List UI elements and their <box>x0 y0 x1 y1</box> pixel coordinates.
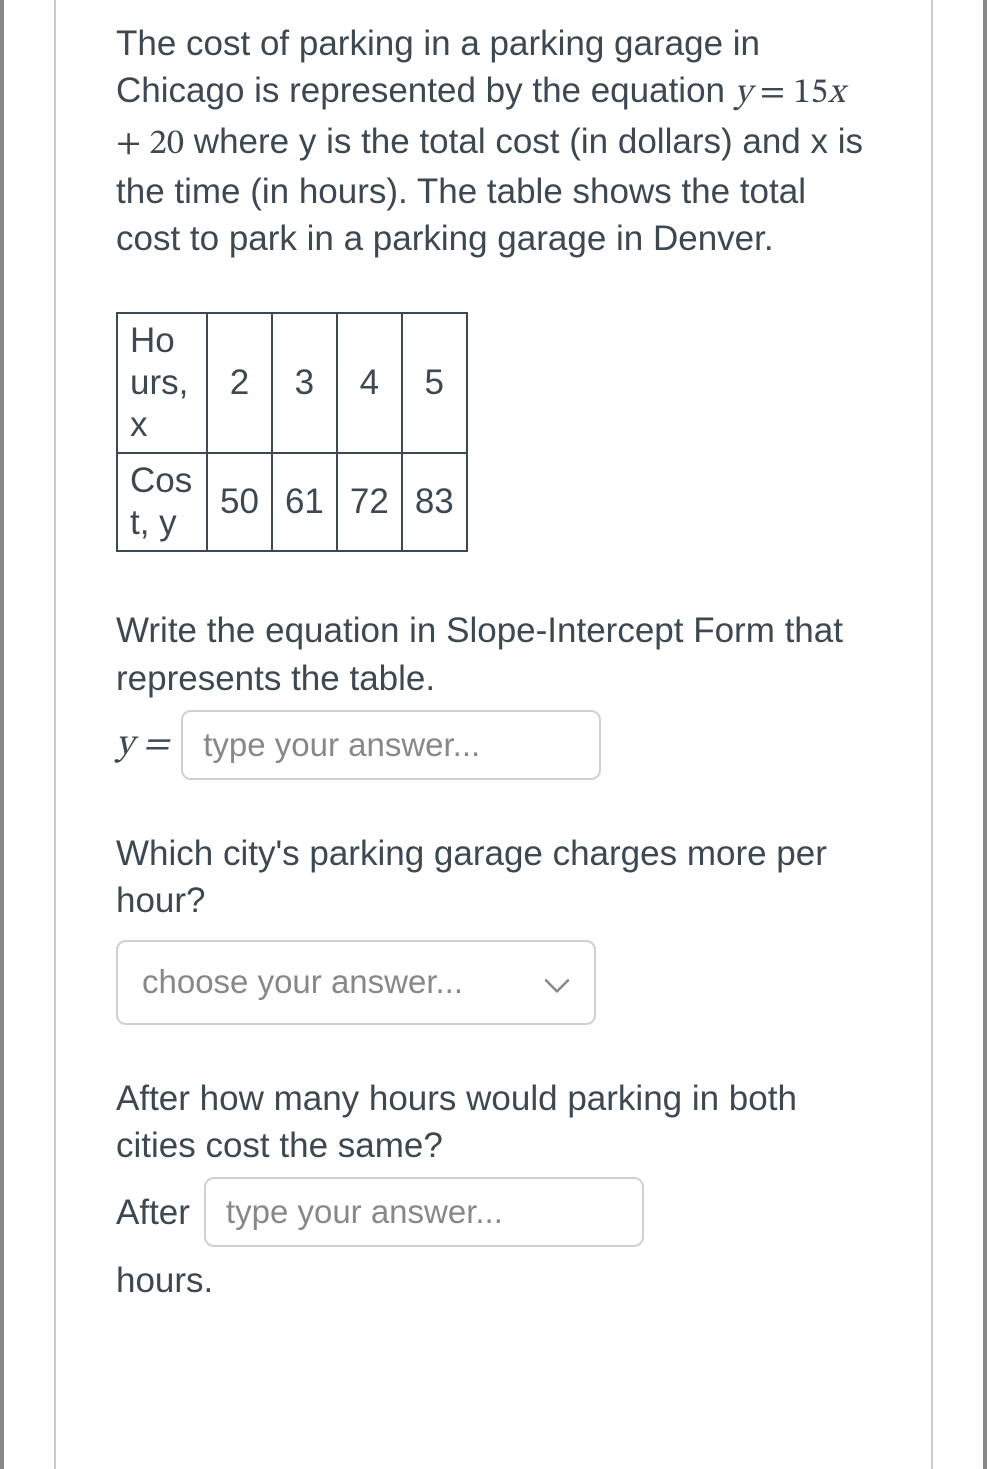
table-row: Cost, y 50 61 72 83 <box>117 453 467 551</box>
table-cell: 4 <box>337 313 402 453</box>
q1-prefix: y = <box>116 720 169 770</box>
denver-cost-table: Hours,x 2 3 4 5 Cost, y 50 61 72 83 <box>116 312 468 552</box>
problem-text-2: where y is the total cost (in dollars) a… <box>116 122 863 259</box>
table-cell: 2 <box>207 313 272 453</box>
problem-statement: The cost of parking in a parking garage … <box>116 20 871 262</box>
cost-header: Cost, y <box>117 453 207 551</box>
table-row: Hours,x 2 3 4 5 <box>117 313 467 453</box>
q2-answer-select[interactable]: choose your answer... <box>116 940 596 1025</box>
q3-suffix: hours. <box>116 1257 871 1304</box>
q3-prompt: After how many hours would parking in bo… <box>116 1075 871 1170</box>
q2-prompt: Which city's parking garage charges more… <box>116 830 871 925</box>
hours-header: Hours,x <box>117 313 207 453</box>
equation-equals: = <box>752 76 794 111</box>
q1-prompt: Write the equation in Slope-Intercept Fo… <box>116 607 871 702</box>
table-cell: 3 <box>272 313 337 453</box>
table-cell: 72 <box>337 453 402 551</box>
table-cell: 61 <box>272 453 337 551</box>
q3-answer-input[interactable] <box>204 1177 644 1247</box>
table-cell: 5 <box>402 313 467 453</box>
equation-lhs: y <box>735 76 752 111</box>
problem-text-1: The cost of parking in a parking garage … <box>116 24 760 110</box>
table-cell: 83 <box>402 453 467 551</box>
q1-answer-input[interactable] <box>181 710 601 780</box>
table-cell: 50 <box>207 453 272 551</box>
q3-prefix: After <box>116 1189 190 1236</box>
